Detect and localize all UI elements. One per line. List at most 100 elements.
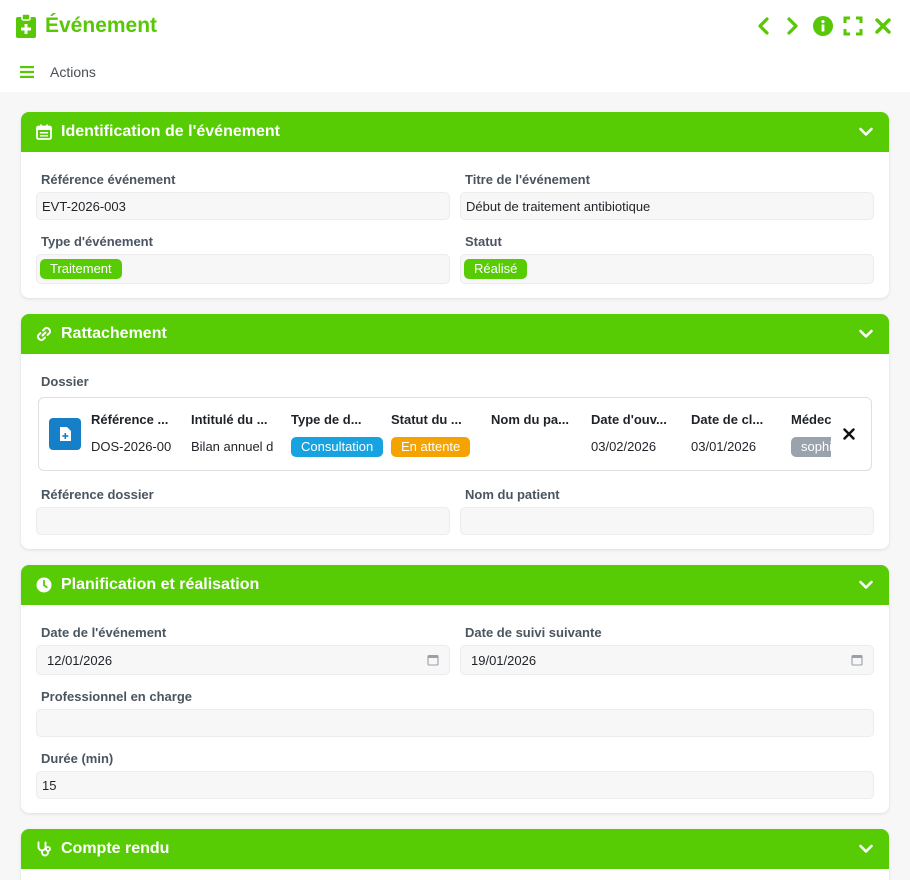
section-title: Identification de l'événement [61, 123, 280, 140]
titre-field: Titre de l'événement Début de traitement… [460, 166, 874, 220]
menu-icon[interactable] [20, 66, 34, 78]
planification-section: Planification et réalisation Date de l'é… [21, 565, 889, 813]
identification-section: Identification de l'événement Référence … [21, 112, 889, 298]
close-button[interactable] [872, 15, 894, 37]
remove-dossier-button[interactable] [837, 428, 861, 440]
titre-input[interactable]: Début de traitement antibiotique [460, 192, 874, 220]
col-reference: Référence ... DOS-2026-00 [91, 412, 191, 457]
chevron-right-icon [787, 17, 798, 35]
cell-medecin: sophi [791, 436, 831, 457]
calendar-icon [36, 124, 52, 140]
chevron-down-icon[interactable] [858, 577, 874, 593]
previous-button[interactable] [752, 15, 774, 37]
dossier-label: Dossier [41, 374, 89, 389]
ref-dossier-label: Référence dossier [41, 487, 154, 502]
column-header: Intitulé du ... [191, 411, 268, 427]
chevron-left-icon [758, 17, 769, 35]
cell-reference: DOS-2026-00 [91, 439, 172, 454]
column-header: Nom du pa... [491, 411, 569, 427]
column-header: Date de cl... [691, 411, 764, 427]
date-suivi-input[interactable]: 19/01/2026 [460, 645, 874, 675]
professionnel-input[interactable] [36, 709, 874, 737]
reference-field: Référence événement EVT-2026-003 [36, 166, 450, 220]
close-icon [875, 18, 891, 34]
statut-badge: En attente [391, 436, 471, 457]
statut-label: Statut [465, 234, 502, 249]
type-field: Type d'événement Traitement [36, 228, 450, 284]
nom-patient-input[interactable] [460, 507, 874, 535]
column-header: Type de d... [291, 411, 362, 427]
titre-label: Titre de l'événement [465, 172, 590, 187]
date-evenement-label: Date de l'événement [41, 625, 167, 640]
compte-rendu-header[interactable]: Compte rendu [21, 829, 889, 869]
cell-nom [491, 437, 591, 457]
identification-header[interactable]: Identification de l'événement [21, 112, 889, 152]
cell-intitule: Bilan annuel d [191, 439, 274, 454]
ref-dossier-field: Référence dossier [36, 481, 450, 535]
statut-select[interactable]: Réalisé [460, 254, 874, 284]
ref-dossier-input[interactable] [36, 507, 450, 535]
link-icon [36, 326, 52, 342]
identification-body: Référence événement EVT-2026-003 Titre d… [21, 152, 889, 298]
planification-header[interactable]: Planification et réalisation [21, 565, 889, 605]
next-button[interactable] [782, 15, 804, 37]
cell-date-ouverture: 03/02/2026 [591, 439, 657, 454]
professionnel-label: Professionnel en charge [41, 689, 192, 704]
dossier-card[interactable]: Référence ... DOS-2026-00 Intitulé du ..… [38, 397, 872, 471]
cell-type: Consultation [291, 436, 391, 457]
professionnel-field: Professionnel en charge [36, 683, 874, 737]
date-suivi-label: Date de suivi suivante [465, 625, 602, 640]
type-badge: Traitement [40, 259, 122, 279]
nom-patient-label: Nom du patient [465, 487, 560, 502]
type-badge: Consultation [291, 436, 384, 457]
window-header: Événement [0, 0, 910, 52]
col-medecin: Médec sophi [791, 412, 831, 457]
col-statut: Statut du ... En attente [391, 412, 491, 457]
cell-date-cloture: 03/01/2026 [691, 439, 757, 454]
info-icon [813, 16, 833, 36]
document-plus-icon [49, 418, 81, 450]
nom-patient-field: Nom du patient [460, 481, 874, 535]
actions-menu[interactable]: Actions [50, 64, 96, 80]
column-header: Statut du ... [391, 411, 462, 427]
col-intitule: Intitulé du ... Bilan annuel d [191, 412, 291, 457]
statut-badge: Réalisé [464, 259, 528, 279]
expand-icon [843, 16, 863, 36]
compte-rendu-section: Compte rendu [21, 829, 889, 880]
calendar-icon[interactable] [427, 654, 439, 666]
date-evenement-input[interactable]: 12/01/2026 [36, 645, 450, 675]
planification-body: Date de l'événement 12/01/2026 Date de s… [21, 605, 889, 813]
calendar-icon[interactable] [851, 654, 863, 666]
clipboard-plus-icon [16, 14, 36, 38]
chevron-down-icon[interactable] [858, 124, 874, 140]
rattachement-section: Rattachement Dossier Référence ... DOS-2… [21, 314, 889, 549]
chevron-down-icon[interactable] [858, 326, 874, 342]
medecin-badge: sophi [791, 436, 831, 457]
statut-field: Statut Réalisé [460, 228, 874, 284]
reference-input[interactable]: EVT-2026-003 [36, 192, 450, 220]
duree-field: Durée (min) 15 [36, 745, 874, 799]
col-type: Type de d... Consultation [291, 412, 391, 457]
event-window: Événement Actions Identification de l'év… [0, 0, 910, 880]
form-content: Identification de l'événement Référence … [0, 92, 910, 880]
dossier-columns: Référence ... DOS-2026-00 Intitulé du ..… [91, 412, 831, 457]
info-button[interactable] [812, 15, 834, 37]
stethoscope-icon [36, 841, 52, 857]
rattachement-body: Dossier Référence ... DOS-2026-00 Intitu… [21, 354, 889, 549]
column-header: Date d'ouv... [591, 411, 667, 427]
cell-statut: En attente [391, 436, 491, 457]
section-title: Rattachement [61, 325, 167, 342]
chevron-down-icon[interactable] [858, 841, 874, 857]
rattachement-header[interactable]: Rattachement [21, 314, 889, 354]
type-select[interactable]: Traitement [36, 254, 450, 284]
type-label: Type d'événement [41, 234, 153, 249]
date-suivi-field: Date de suivi suivante 19/01/2026 [460, 619, 874, 675]
duree-input[interactable]: 15 [36, 771, 874, 799]
fullscreen-button[interactable] [842, 15, 864, 37]
date-evenement-value: 12/01/2026 [47, 652, 113, 668]
header-actions [752, 15, 894, 37]
section-title: Compte rendu [61, 840, 170, 857]
section-title: Planification et réalisation [61, 576, 260, 593]
actions-toolbar: Actions [0, 52, 910, 92]
column-header: Référence ... [91, 411, 169, 427]
